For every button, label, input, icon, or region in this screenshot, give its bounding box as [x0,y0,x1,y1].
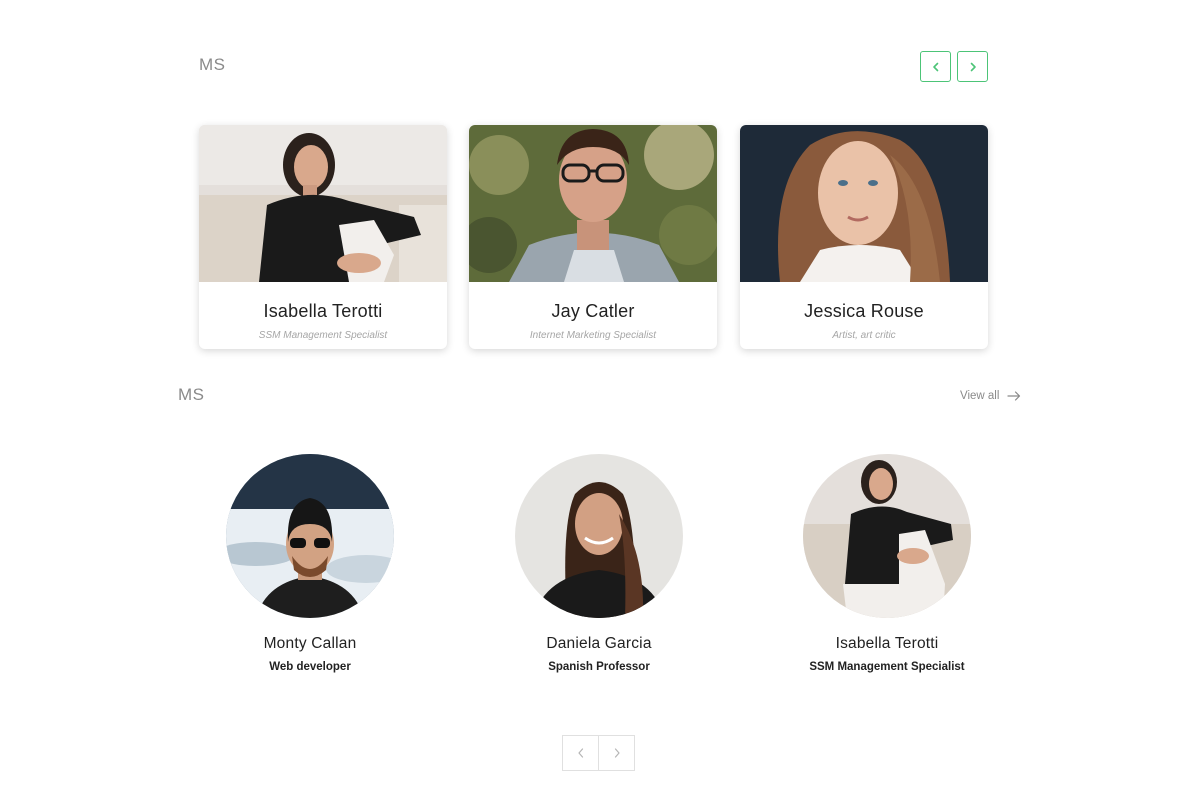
team-card-photo [740,125,988,282]
team-member-name: Daniela Garcia [546,635,652,652]
chevron-right-icon [614,748,620,758]
pager-prev-button[interactable] [563,736,598,770]
team-card-role: Internet Marketing Specialist [529,330,657,341]
team-card-name: Jay Catler [551,301,635,321]
team-member[interactable]: Monty Callan Web developer [190,454,430,673]
team-card[interactable]: Jessica Rouse Artist, art critic [740,125,988,349]
team-card-name: Jessica Rouse [804,301,924,321]
team-card-photo [199,125,447,282]
arrow-right-icon [1007,391,1021,401]
team-card-photo [469,125,717,282]
team-member-role: Web developer [269,661,351,673]
avatar [515,454,683,618]
team-card[interactable]: Isabella Terotti SSM Management Speciali… [199,125,447,349]
view-all-label: View all [960,390,1000,402]
section-title-top: MS [199,55,226,74]
team-card-name: Isabella Terotti [263,301,383,321]
pagination [562,735,635,771]
chevron-left-icon [577,748,583,758]
carousel-prev-button[interactable] [920,51,951,82]
team-member-role: Spanish Professor [548,661,650,673]
chevron-right-icon [970,62,976,71]
avatar [226,454,394,618]
team-member-role: SSM Management Specialist [809,661,965,673]
team-member[interactable]: Daniela Garcia Spanish Professor [479,454,719,673]
team-card[interactable]: Jay Catler Internet Marketing Specialist [469,125,717,349]
team-card-role: Artist, art critic [832,330,896,341]
view-all-link[interactable]: View all [960,390,1021,402]
avatar [803,454,971,618]
team-member-name: Isabella Terotti [835,635,939,652]
chevron-left-icon [932,62,938,71]
team-member[interactable]: Isabella Terotti SSM Management Speciali… [767,454,1007,673]
carousel-next-button[interactable] [957,51,988,82]
pager-next-button[interactable] [598,736,634,770]
team-card-role: SSM Management Specialist [258,330,388,341]
section-title-bottom: MS [178,385,205,404]
team-member-name: Monty Callan [263,635,357,652]
